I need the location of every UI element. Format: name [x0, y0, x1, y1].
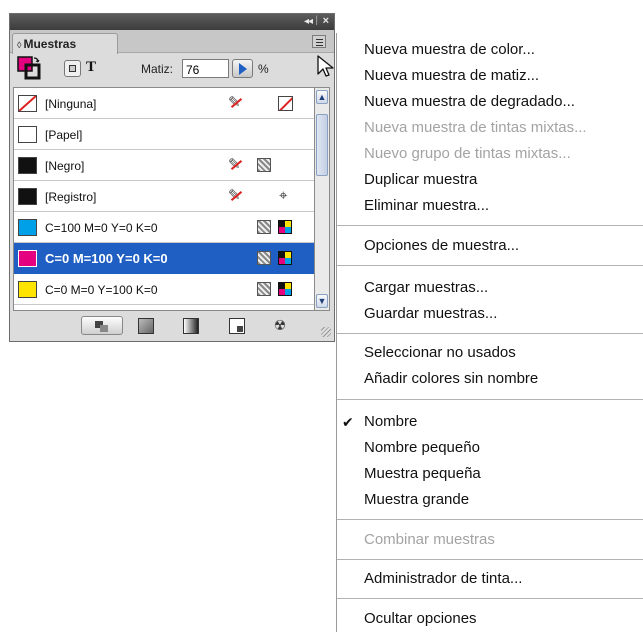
tab-muestras[interactable]: ◊ Muestras	[12, 33, 118, 54]
menu-item-eliminar-muestra[interactable]: Eliminar muestra...	[364, 197, 489, 214]
menu-item-administrador-tinta[interactable]: Administrador de tinta...	[364, 570, 522, 587]
menu-item-anadir-colores[interactable]: Añadir colores sin nombre	[364, 370, 538, 387]
menu-separator	[337, 333, 643, 334]
none-mode-icon	[278, 96, 293, 111]
pencil-crossed-icon: ✎	[228, 156, 241, 173]
menu-item-combinar-muestras: Combinar muestras	[364, 531, 495, 548]
swatch-chip-cyan	[18, 219, 37, 236]
swatch-row-ninguna[interactable]: [Ninguna] ✎	[14, 88, 314, 119]
panel-tabstrip: ◊ Muestras	[10, 30, 334, 54]
close-panel-icon[interactable]: ×	[323, 15, 329, 27]
panel-titlebar[interactable]: ◂◂ | ×	[10, 14, 334, 30]
swatch-row-cyan[interactable]: C=100 M=0 Y=0 K=0	[14, 212, 314, 243]
arrow-right-icon	[239, 63, 247, 75]
swatch-name: [Negro]	[45, 159, 85, 173]
scroll-up-button[interactable]: ▲	[316, 90, 328, 104]
menu-separator	[337, 598, 643, 599]
menu-item-opciones-muestra[interactable]: Opciones de muestra...	[364, 237, 519, 254]
swatch-name: C=0 M=0 Y=100 K=0	[45, 283, 158, 297]
menu-item-muestra-grande[interactable]: Muestra grande	[364, 491, 469, 508]
menu-separator	[337, 519, 643, 520]
swatch-name: C=100 M=0 Y=0 K=0	[45, 221, 158, 235]
swatch-chip-registration	[18, 188, 37, 205]
show-all-icon-part	[100, 325, 108, 332]
tint-label: Matiz:	[141, 62, 174, 76]
process-color-icon	[257, 251, 271, 265]
scroll-thumb[interactable]	[316, 114, 328, 176]
swatch-chip-none	[18, 95, 37, 112]
swatch-row-yellow[interactable]: C=0 M=0 Y=100 K=0	[14, 274, 314, 305]
swatch-name: [Registro]	[45, 190, 97, 204]
menu-separator	[337, 559, 643, 560]
menu-item-seleccionar-no-usados[interactable]: Seleccionar no usados	[364, 344, 516, 361]
container-icon	[69, 65, 76, 72]
swatches-panel: ◂◂ | × ◊Muestras T Matiz: %	[9, 13, 335, 342]
menu-line	[316, 45, 323, 46]
show-all-swatches-button[interactable]	[81, 316, 123, 335]
swatch-chip-yellow	[18, 281, 37, 298]
show-color-swatches-button[interactable]	[138, 318, 154, 334]
cmyk-mode-icon	[278, 282, 292, 296]
tab-label: Muestras	[23, 37, 77, 51]
process-color-icon	[257, 282, 271, 296]
panel-menu-button[interactable]	[312, 35, 326, 48]
process-color-icon	[257, 158, 271, 172]
show-gradient-swatches-button[interactable]	[183, 318, 199, 334]
menu-item-cargar-muestras[interactable]: Cargar muestras...	[364, 279, 488, 296]
check-mark-icon: ✔	[342, 414, 354, 430]
menu-item-duplicar-muestra[interactable]: Duplicar muestra	[364, 171, 477, 188]
collapse-panel-icon[interactable]: ◂◂	[304, 16, 313, 27]
text-T-icon[interactable]: T	[86, 59, 96, 76]
swatch-chip-magenta	[18, 250, 37, 267]
process-color-icon	[257, 220, 271, 234]
swatch-row-magenta[interactable]: C=0 M=100 Y=0 K=0	[14, 243, 314, 274]
menu-separator	[337, 265, 643, 266]
menu-item-guardar-muestras[interactable]: Guardar muestras...	[364, 305, 497, 322]
swatches-flyout-menu: Nueva muestra de color... Nueva muestra …	[336, 33, 643, 632]
menu-separator	[337, 225, 643, 226]
panel-footer: ☢	[10, 314, 334, 340]
tint-input[interactable]	[182, 59, 229, 78]
swatch-name: [Papel]	[45, 128, 83, 142]
tint-slider-button[interactable]	[232, 59, 253, 78]
menu-item-nueva-muestra-color[interactable]: Nueva muestra de color...	[364, 41, 535, 58]
menu-item-nuevo-grupo-tintas: Nuevo grupo de tintas mixtas...	[364, 145, 571, 162]
tint-unit: %	[258, 62, 269, 76]
menu-item-nueva-muestra-degradado[interactable]: Nueva muestra de degradado...	[364, 93, 575, 110]
menu-item-ocultar-opciones[interactable]: Ocultar opciones	[364, 610, 477, 627]
none-slash-icon	[19, 96, 36, 111]
titlebar-separator: |	[315, 15, 318, 26]
swatch-chip-black	[18, 157, 37, 174]
registration-target-icon: ⌖	[279, 187, 288, 204]
menu-item-muestra-pequena[interactable]: Muestra pequeña	[364, 465, 481, 482]
pencil-crossed-icon: ✎	[228, 187, 241, 204]
menu-item-nombre-pequeno[interactable]: Nombre pequeño	[364, 439, 480, 456]
menu-lines-icon	[316, 39, 323, 40]
swatch-controls: T Matiz: %	[10, 54, 334, 84]
fill-stroke-icon[interactable]	[17, 56, 41, 80]
swatch-row-papel[interactable]: [Papel]	[14, 119, 314, 150]
new-swatch-icon	[237, 326, 243, 332]
resize-grip[interactable]	[321, 327, 331, 337]
swatch-chip-paper	[18, 126, 37, 143]
cmyk-mode-icon	[278, 220, 292, 234]
menu-separator	[337, 399, 643, 400]
cmyk-mode-icon	[278, 251, 292, 265]
new-swatch-button[interactable]	[229, 318, 245, 334]
delete-swatch-button[interactable]: ☢	[272, 318, 288, 334]
swatch-list[interactable]: [Ninguna] ✎ [Papel] [Negro] ✎ [Registro]…	[13, 87, 315, 311]
swatch-name: C=0 M=100 Y=0 K=0	[45, 251, 168, 266]
menu-line	[316, 42, 323, 43]
swatch-row-negro[interactable]: [Negro] ✎	[14, 150, 314, 181]
swatch-name: [Ninguna]	[45, 97, 97, 111]
swatch-row-registro[interactable]: [Registro] ✎ ⌖	[14, 181, 314, 212]
menu-item-nueva-muestra-matiz[interactable]: Nueva muestra de matiz...	[364, 67, 539, 84]
menu-item-nueva-tintas-mixtas: Nueva muestra de tintas mixtas...	[364, 119, 587, 136]
scroll-down-button[interactable]: ▼	[316, 294, 328, 308]
menu-item-nombre[interactable]: Nombre	[364, 413, 417, 430]
tab-options-icon[interactable]: ◊	[17, 40, 21, 50]
formatting-container-button[interactable]	[64, 60, 81, 77]
pencil-crossed-icon: ✎	[228, 94, 241, 111]
list-scrollbar[interactable]: ▲ ▼	[315, 87, 330, 311]
